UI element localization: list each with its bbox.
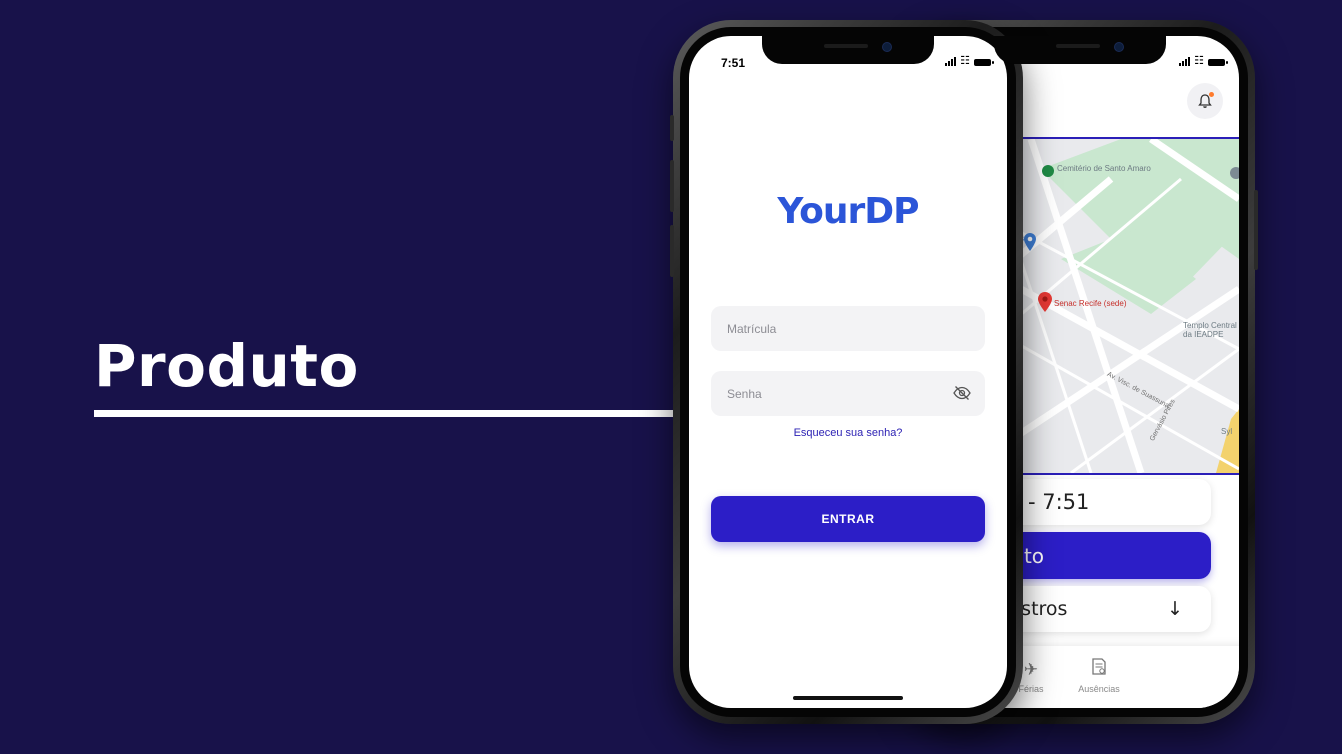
- password-input[interactable]: [725, 385, 939, 402]
- login-button-label: ENTRAR: [821, 512, 875, 526]
- notifications-button[interactable]: [1187, 83, 1223, 119]
- wifi-icon: ☷: [960, 55, 970, 67]
- volume-up-button: [670, 160, 674, 212]
- signal-icon: [1179, 57, 1191, 66]
- battery-icon: [974, 59, 994, 66]
- tab-absences-label: Ausências: [1078, 684, 1120, 694]
- forgot-password-link[interactable]: Esqueceu sua senha?: [689, 427, 1007, 439]
- tab-absences[interactable]: Ausências: [1069, 658, 1129, 694]
- login-button[interactable]: ENTRAR: [711, 496, 985, 542]
- matricula-field[interactable]: [711, 306, 985, 351]
- arrow-down-icon: ↓: [1167, 598, 1183, 620]
- home-indicator: [793, 696, 903, 700]
- password-field[interactable]: [711, 371, 985, 416]
- map-label: Syl: [1221, 427, 1233, 436]
- document-icon: [1069, 658, 1129, 680]
- status-time: 7:51: [721, 56, 746, 70]
- power-button: [1254, 190, 1258, 270]
- volume-down-button: [670, 225, 674, 277]
- map-label: Cemitério de Santo Amaro: [1057, 164, 1151, 173]
- battery-icon: [1208, 59, 1228, 66]
- slide-title: Produto: [94, 332, 359, 400]
- map-label-senac: Senac Recife (sede): [1054, 299, 1127, 308]
- matricula-input[interactable]: [725, 320, 939, 337]
- signal-icon: [945, 57, 957, 66]
- mute-switch: [670, 115, 674, 141]
- wifi-icon: ☷: [1194, 55, 1204, 67]
- app-logo: YourDP: [777, 191, 919, 232]
- eye-off-icon[interactable]: [953, 385, 971, 406]
- tab-vacation-label: Férias: [1018, 684, 1044, 694]
- title-underline: [94, 410, 674, 417]
- map-label: Templo Central da IEADPE: [1183, 321, 1237, 339]
- login-screen: 7:51 ☷ YourDP Esqueceu sua senha? ENTRAR: [689, 36, 1007, 708]
- status-icons: ☷: [945, 55, 994, 67]
- status-icons: ☷: [1179, 55, 1228, 67]
- login-phone-mockup: 7:51 ☷ YourDP Esqueceu sua senha? ENTRAR: [670, 20, 1023, 724]
- notification-dot: [1209, 92, 1214, 97]
